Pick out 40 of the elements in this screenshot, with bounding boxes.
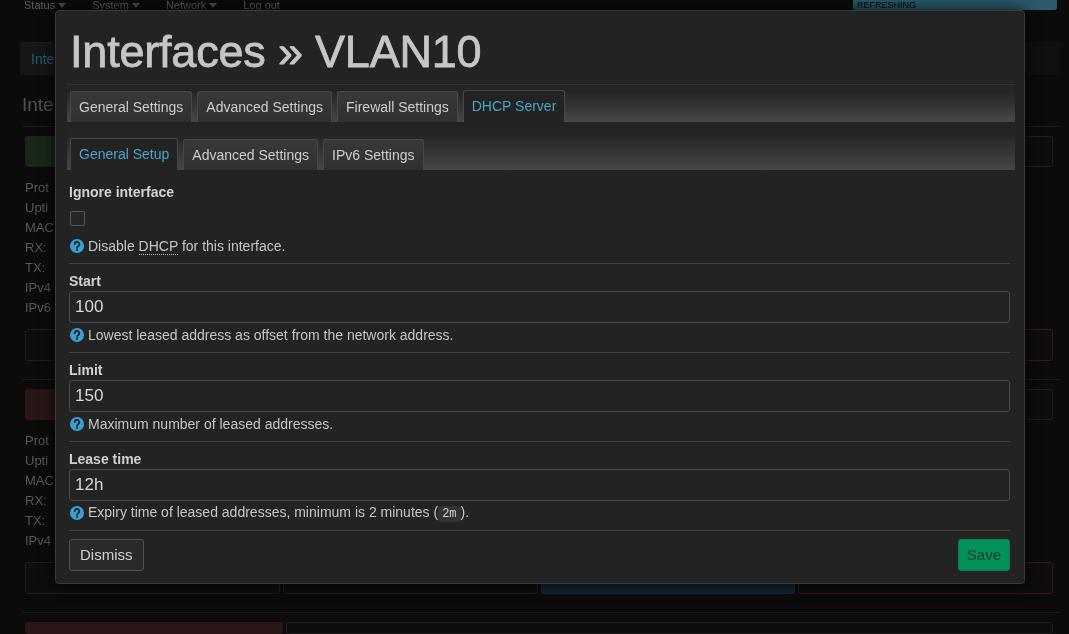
tab[interactable]: Advanced Settings xyxy=(183,139,319,170)
info-text: Upti xyxy=(25,199,49,217)
tab[interactable]: General Setup xyxy=(70,138,179,170)
info-text: TX: xyxy=(25,259,46,277)
tab[interactable]: Firewall Settings xyxy=(337,91,458,122)
info-text: Upti xyxy=(25,452,49,470)
help-text: Maximum number of leased addresses. xyxy=(88,415,334,433)
info-text: Prot xyxy=(25,179,49,197)
help-icon xyxy=(70,328,84,342)
dialog-title: Interfaces » VLAN10 xyxy=(70,26,482,78)
input-field[interactable]: 100 xyxy=(69,291,1010,323)
help-icon xyxy=(70,506,84,520)
help-text: Lowest leased address as offset from the network address. xyxy=(88,326,454,344)
field-label: Start xyxy=(69,272,101,290)
input-field[interactable]: 150 xyxy=(69,380,1010,412)
help-icon xyxy=(70,239,84,253)
refresh-badge: REFRESHING xyxy=(853,0,1057,10)
info-text: Prot xyxy=(25,432,49,450)
info-text: MAC xyxy=(25,219,54,237)
field-label: Limit xyxy=(69,361,103,379)
info-text: MAC xyxy=(25,472,54,490)
checkbox[interactable] xyxy=(70,211,85,226)
info-text: IPv6 xyxy=(25,299,51,317)
info-text: RX: xyxy=(25,239,47,257)
tab[interactable]: Advanced Settings xyxy=(197,91,333,122)
dismiss-button[interactable]: Dismiss xyxy=(69,539,144,571)
tab[interactable]: General Settings xyxy=(70,91,193,122)
input-field[interactable]: 12h xyxy=(69,469,1010,501)
help-icon xyxy=(70,417,84,431)
tab[interactable]: IPv6 Settings xyxy=(323,139,424,170)
info-text: TX: xyxy=(25,512,46,530)
help-text: Expiry time of leased addresses, minimum is 2 minutes ( 2m ). xyxy=(88,503,470,523)
field-label: Ignore interface xyxy=(69,183,175,201)
help-text: Disable DHCP for this interface. xyxy=(88,237,286,255)
page-heading: Inte xyxy=(22,93,55,117)
info-text: IPv4 xyxy=(25,279,51,297)
info-text: RX: xyxy=(25,492,47,510)
tab[interactable]: DHCP Server xyxy=(462,90,566,122)
field-label: Lease time xyxy=(69,450,142,468)
info-text: IPv4 xyxy=(25,532,51,550)
